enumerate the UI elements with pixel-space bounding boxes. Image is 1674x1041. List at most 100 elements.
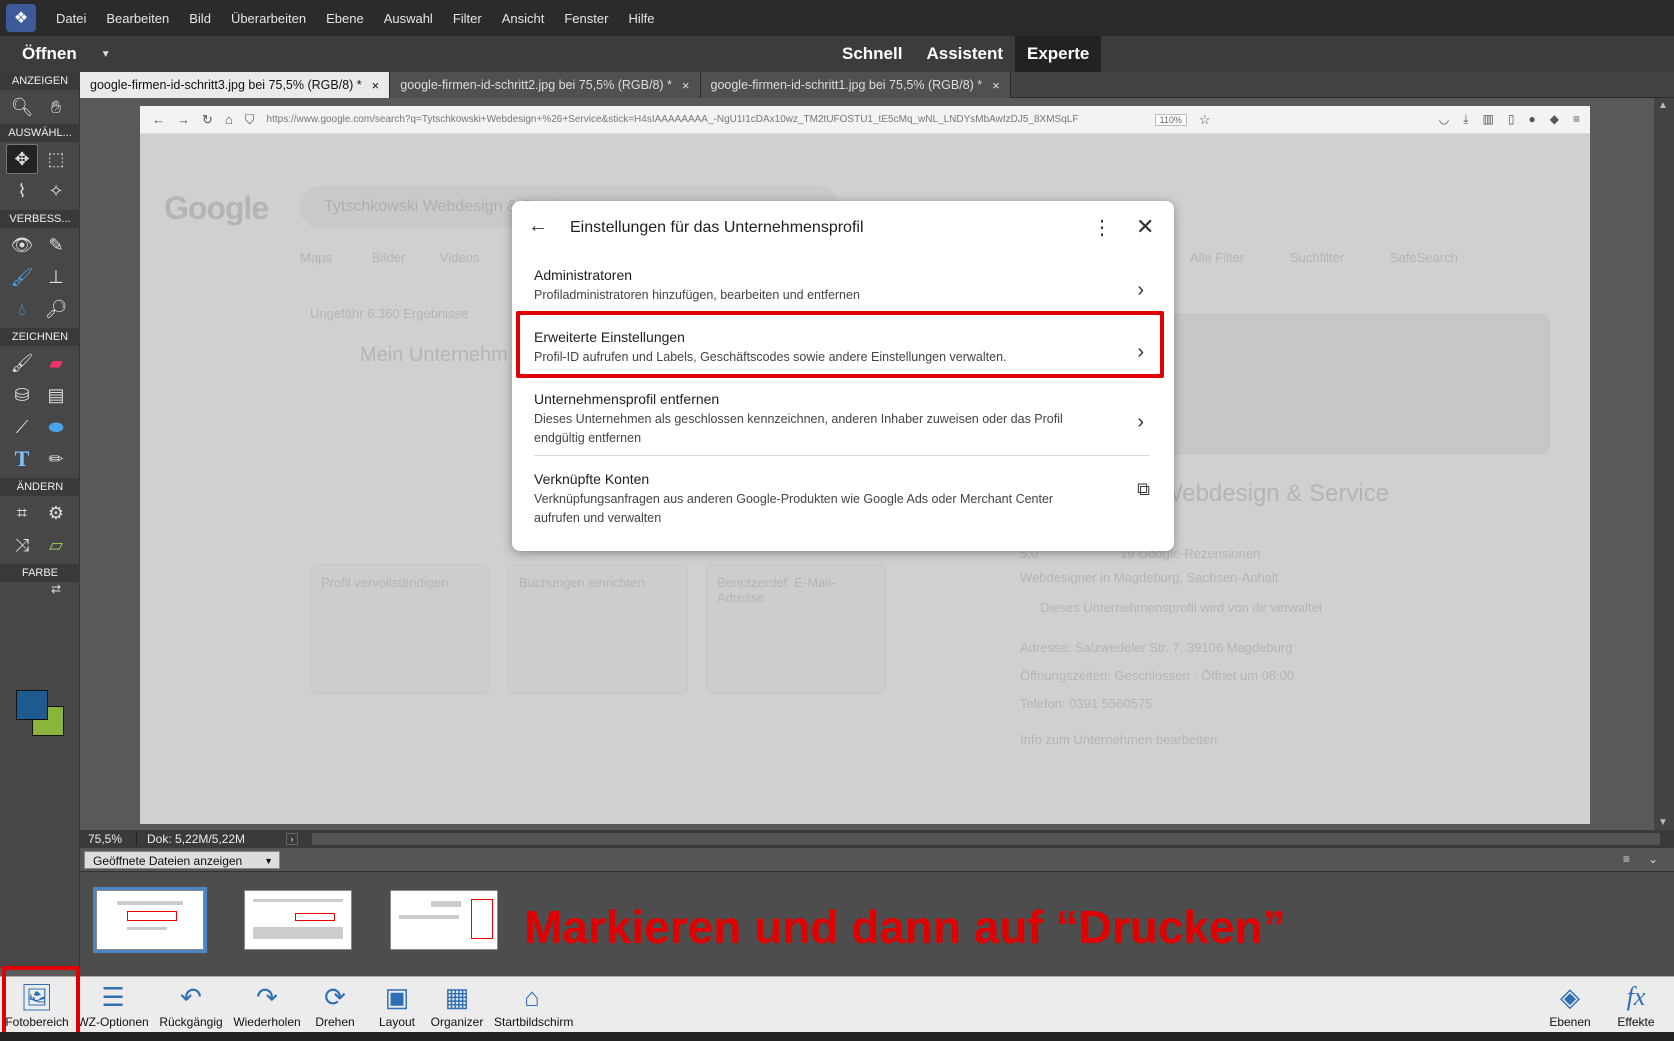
bin-list-icon[interactable]: ≡ (1623, 852, 1630, 866)
straighten-tool-icon[interactable]: ⏥ (40, 530, 72, 560)
menu-auswahl[interactable]: Auswahl (374, 11, 443, 26)
close-icon[interactable]: × (682, 73, 690, 98)
close-icon[interactable]: × (372, 73, 380, 98)
row-administratoren[interactable]: Administratoren Profiladministratoren hi… (534, 267, 1154, 305)
home-screen-button[interactable]: ⌂ Startbildschirm (494, 981, 573, 1029)
button-label: Rückgängig (159, 1015, 223, 1029)
crop-tool-icon[interactable]: ⌗ (6, 498, 38, 528)
thumbnail-schritt3[interactable] (93, 887, 207, 953)
url-text: https://www.google.com/search?q=Tytschko… (266, 114, 1079, 125)
mode-schnell[interactable]: Schnell (830, 36, 914, 72)
row-profil-entfernen[interactable]: Unternehmensprofil entfernen Dieses Unte… (534, 391, 1154, 448)
mode-bar: Öffnen ▼ Schnell Assistent Experte (0, 36, 1674, 72)
menu-filter[interactable]: Filter (443, 11, 492, 26)
thumbnail-schritt1[interactable] (390, 890, 498, 950)
menu-bild[interactable]: Bild (179, 11, 221, 26)
sponge-tool-icon[interactable]: 🔎︎ (40, 294, 72, 324)
eyedropper-icon[interactable]: ⟋ (6, 412, 38, 442)
shape-tool-icon[interactable]: ⬬ (40, 412, 72, 442)
more-vert-icon[interactable]: ⋮ (1092, 215, 1112, 240)
row-verknuepfte-konten[interactable]: Verknüpfte Konten Verknüpfungsanfragen a… (534, 471, 1154, 528)
zoom-tool-icon[interactable]: 🔍︎ (6, 92, 38, 122)
undo-button[interactable]: ↶ Rückgängig (154, 981, 228, 1029)
thumb-content (253, 899, 343, 902)
content-move-icon[interactable]: ⤨ (6, 530, 38, 560)
document-image[interactable]: ← → ↻ ⌂ ⛉ https://www.google.com/search?… (140, 106, 1590, 824)
photo-bin-header: Geöffnete Dateien anzeigen ▼ ≡ ⌄ (80, 848, 1674, 872)
annotation-text: Markieren und dann auf “Drucken” (524, 901, 1286, 953)
tab-schritt2[interactable]: google-firmen-id-schritt2.jpg bei 75,5% … (390, 72, 701, 98)
home-icon: ⌂ (524, 982, 540, 1012)
red-eye-tool-icon[interactable]: 👁︎ (6, 230, 38, 260)
pencil-tool-icon[interactable]: ✏︎ (40, 444, 72, 474)
menu-ebene[interactable]: Ebene (316, 11, 374, 26)
button-label: Ebenen (1549, 1015, 1591, 1029)
app-logo-icon: ❖ (6, 4, 36, 32)
menu-ueberarbeiten[interactable]: Überarbeiten (221, 11, 316, 26)
status-menu-icon[interactable]: › (286, 833, 298, 845)
section-anzeigen: ANZEIGEN (0, 72, 80, 90)
menu-fenster[interactable]: Fenster (554, 11, 618, 26)
redo-button[interactable]: ↷ Wiederholen (230, 981, 304, 1029)
magic-wand-icon[interactable]: ✧ (40, 176, 72, 206)
back-arrow-icon[interactable]: ← (528, 215, 548, 238)
chevron-right-icon: › (1137, 411, 1144, 433)
mode-switcher: Schnell Assistent Experte (830, 36, 1102, 72)
tab-label: google-firmen-id-schritt3.jpg bei 75,5% … (90, 77, 362, 92)
move-tool-icon[interactable]: ✥ (6, 144, 38, 174)
menu-datei[interactable]: Datei (46, 11, 96, 26)
close-icon[interactable]: ✕ (1136, 214, 1154, 240)
lasso-tool-icon[interactable]: ⌇ (6, 176, 38, 206)
zoom-level[interactable]: 75,5% (80, 832, 136, 846)
gradient-tool-icon[interactable]: ▤ (40, 380, 72, 410)
organizer-button[interactable]: ▦ Organizer (420, 981, 494, 1029)
bottom-taskbar: 🖼︎ Fotobereich ☰ WZ-Optionen ↶ Rückgängig ↷… (0, 976, 1674, 1032)
foreground-color-swatch[interactable] (16, 690, 48, 720)
tab-label: google-firmen-id-schritt2.jpg bei 75,5% … (400, 77, 672, 92)
recompose-tool-icon[interactable]: ⚙︎ (40, 498, 72, 528)
mode-assistent[interactable]: Assistent (914, 36, 1015, 72)
menu-bearbeiten[interactable]: Bearbeiten (96, 11, 179, 26)
vertical-scrollbar[interactable]: ▲ ▼ (1654, 98, 1674, 830)
chevron-down-icon: ▼ (264, 856, 273, 866)
type-tool-icon[interactable]: T (6, 444, 38, 474)
hand-tool-icon[interactable]: ✋︎ (40, 92, 72, 122)
select-label: Geöffnete Dateien anzeigen (93, 854, 243, 868)
row-subtitle: Dieses Unternehmen als geschlossen kennz… (534, 412, 1063, 445)
swap-colors-icon[interactable]: ⇄ (48, 582, 64, 596)
open-button[interactable]: Öffnen (22, 44, 77, 64)
mode-experte[interactable]: Experte (1015, 36, 1102, 72)
tool-options-button[interactable]: ☰ WZ-Optionen (76, 981, 150, 1029)
scroll-up-icon[interactable]: ▲ (1658, 100, 1668, 111)
collapse-icon[interactable]: ⌄ (1648, 852, 1658, 866)
eraser-tool-icon[interactable]: ▰ (40, 348, 72, 378)
row-title: Verknüpfte Konten (534, 471, 650, 487)
close-icon[interactable]: × (992, 73, 1000, 98)
thumb-highlight (471, 899, 493, 939)
menu-ansicht[interactable]: Ansicht (492, 11, 555, 26)
fx-icon: fx (1626, 982, 1646, 1011)
tab-schritt3[interactable]: google-firmen-id-schritt3.jpg bei 75,5% … (80, 72, 391, 98)
effects-button[interactable]: fx Effekte (1606, 981, 1666, 1029)
layers-button[interactable]: ◈ Ebenen (1540, 981, 1600, 1029)
open-dropdown-icon[interactable]: ▼ (101, 49, 111, 60)
scroll-down-icon[interactable]: ▼ (1658, 817, 1668, 828)
blur-tool-icon[interactable]: 💧︎ (6, 294, 38, 324)
dialog-title: Einstellungen für das Unternehmensprofil (570, 219, 864, 236)
thumb-content (431, 901, 461, 907)
layers-icon: ◈ (1560, 982, 1580, 1012)
marquee-tool-icon[interactable]: ⬚ (40, 144, 72, 174)
thumb-highlight (127, 911, 177, 921)
menu-hilfe[interactable]: Hilfe (618, 11, 664, 26)
spot-healing-icon[interactable]: ✎ (40, 230, 72, 260)
tab-schritt1[interactable]: google-firmen-id-schritt1.jpg bei 75,5% … (700, 72, 1011, 98)
brush-tool-icon[interactable]: 🖌︎ (6, 348, 38, 378)
paint-bucket-icon[interactable]: ⛁ (6, 380, 38, 410)
horizontal-scrollbar[interactable] (312, 833, 1660, 845)
bin-source-select[interactable]: Geöffnete Dateien anzeigen ▼ (84, 851, 280, 869)
clone-stamp-icon[interactable]: ⊥ (40, 262, 72, 292)
thumbnail-schritt2[interactable] (244, 890, 352, 950)
smart-brush-icon[interactable]: 🖌︎ (6, 262, 38, 292)
section-zeichnen: ZEICHNEN (0, 328, 80, 346)
menu-bar: ❖ Datei Bearbeiten Bild Überarbeiten Ebe… (0, 0, 1674, 36)
